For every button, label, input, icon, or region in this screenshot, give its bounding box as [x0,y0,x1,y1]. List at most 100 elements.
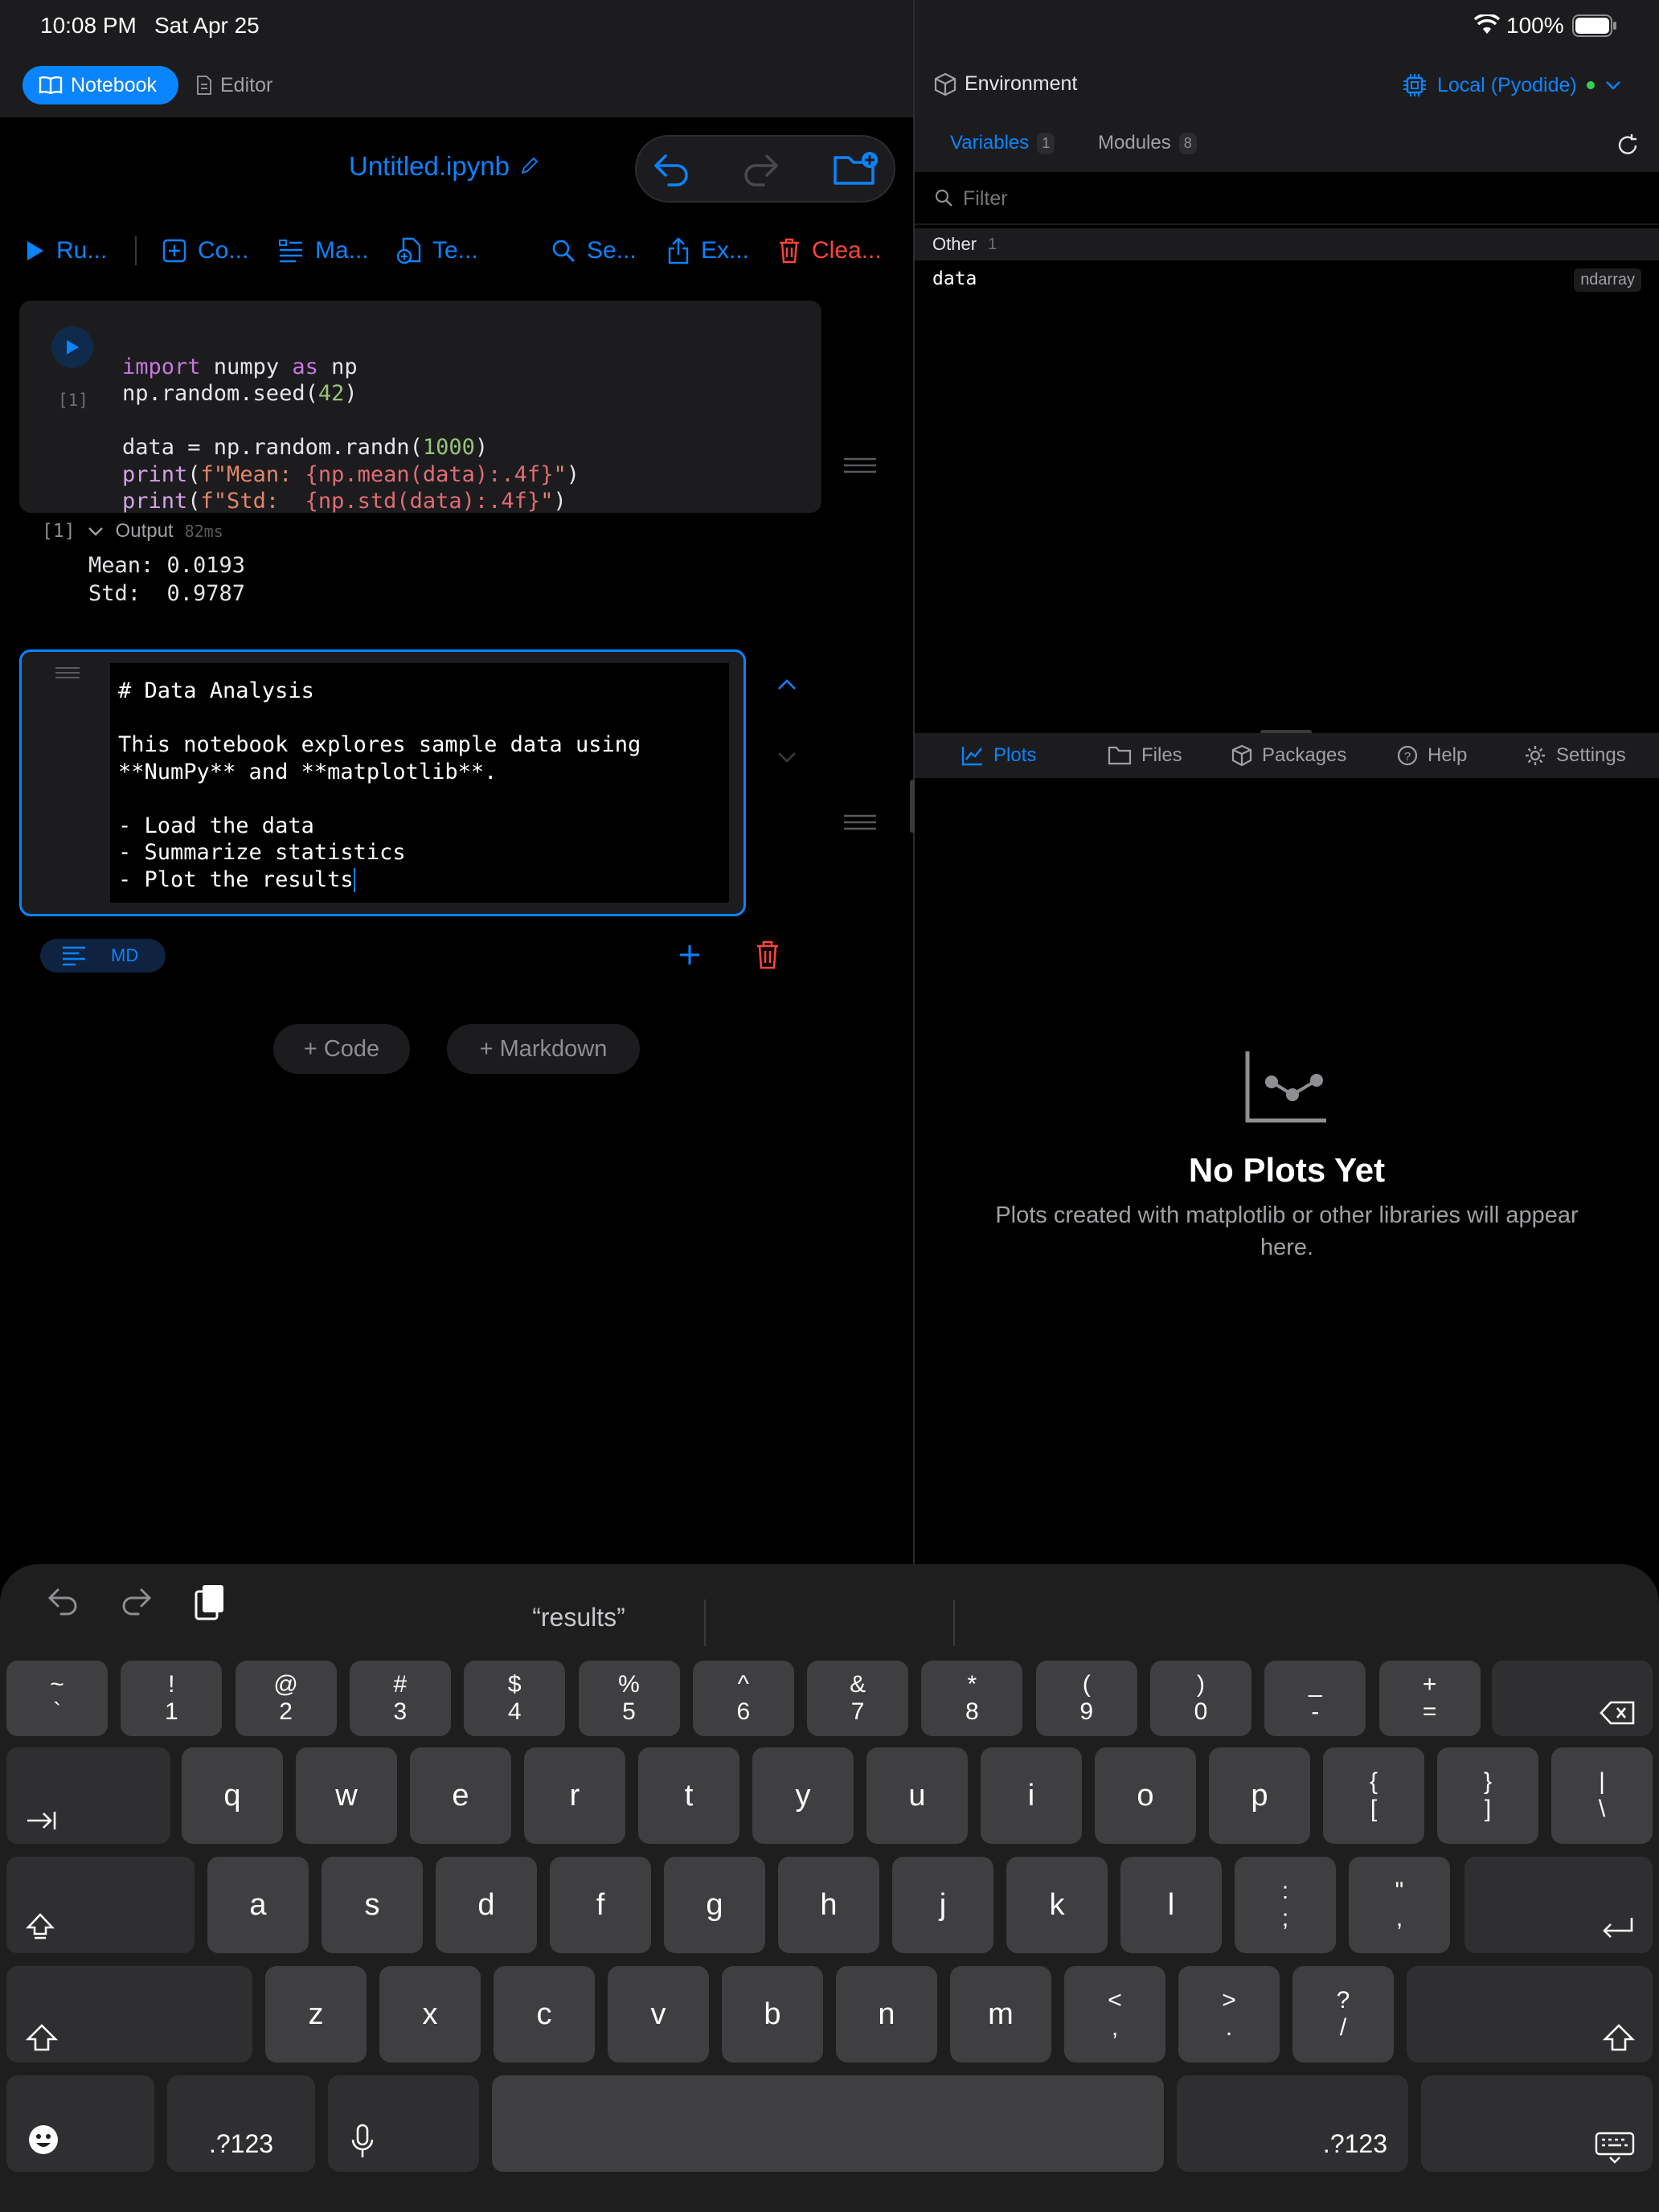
run-button[interactable]: Ru... [26,235,107,267]
key-f[interactable]: f [550,1857,651,1953]
key-=[interactable]: + = [1378,1661,1481,1736]
hide-keyboard-key[interactable] [1421,2075,1653,2172]
code-cell[interactable]: [1] import numpy as np np.random.seed(42… [19,301,821,515]
tab-help[interactable]: ? Help [1397,738,1467,773]
key-i[interactable]: i [981,1747,1082,1844]
key-a[interactable]: a [207,1857,309,1953]
key-9[interactable]: (9 [1035,1661,1137,1736]
markdown-cell[interactable]: # Data Analysis This notebook explores s… [19,649,746,916]
key-h[interactable]: h [778,1857,879,1953]
key-k[interactable]: k [1006,1857,1108,1953]
refresh-icon[interactable] [1616,133,1640,158]
split-grabber[interactable] [910,780,915,833]
key-g[interactable]: g [664,1857,765,1953]
key-][interactable]: }] [1437,1747,1538,1844]
key-l[interactable]: l [1120,1857,1222,1953]
add-code-cell-button[interactable]: + Code [273,1024,410,1074]
key-o[interactable]: o [1095,1747,1196,1844]
key-p[interactable]: p [1209,1747,1310,1844]
key-3[interactable]: #3 [349,1661,451,1736]
add-code-button[interactable]: Co... [162,235,248,267]
code-editor[interactable]: import numpy as np np.random.seed(42) da… [122,326,580,515]
tab-variables[interactable]: Variables 1 [950,132,1055,154]
key--[interactable]: _ - [1264,1661,1366,1736]
output-header[interactable]: [1] Output 82ms [42,519,223,543]
key-v[interactable]: v [608,1966,709,2062]
paste-icon[interactable] [193,1583,225,1622]
folder-add-icon[interactable] [833,151,881,188]
numbers-key-right[interactable]: .?123 [1177,2075,1408,2172]
key-8[interactable]: * 8 [921,1661,1023,1736]
key-/[interactable]: ? / [1292,1966,1394,2062]
export-button[interactable]: Ex... [667,235,749,267]
key-w[interactable]: w [296,1747,397,1844]
key-t[interactable]: t [638,1747,739,1844]
tab-plots[interactable]: Plots [961,738,1036,773]
plus-icon[interactable] [677,942,703,968]
key-4[interactable]: $4 [464,1661,566,1736]
drag-handle-icon[interactable] [842,813,878,831]
add-markdown-button[interactable]: Ma... [278,235,369,267]
key-c[interactable]: c [494,1966,595,2062]
template-button[interactable]: Te... [397,235,478,267]
key-;[interactable]: :; [1235,1857,1336,1953]
key-1[interactable]: ! 1 [121,1661,223,1736]
key-e[interactable]: e [410,1747,511,1844]
filter-input[interactable] [963,183,1606,214]
markdown-editor[interactable]: # Data Analysis This notebook explores s… [110,663,729,903]
undo-icon[interactable] [47,1587,79,1616]
redo-icon[interactable] [121,1587,153,1616]
key-7[interactable]: & 7 [807,1661,909,1736]
key-n[interactable]: n [836,1966,937,2062]
key-y[interactable]: y [752,1747,854,1844]
filter-bar[interactable] [915,172,1659,225]
key-d[interactable]: d [436,1857,537,1953]
key-u[interactable]: u [866,1747,968,1844]
key-z[interactable]: z [265,1966,367,2062]
tab-packages[interactable]: Packages [1231,738,1346,773]
variable-row[interactable]: data ndarray [915,262,1659,299]
key-s[interactable]: s [322,1857,423,1953]
key-x[interactable]: x [379,1966,481,2062]
caps-lock-key[interactable] [6,1857,195,1953]
key-,[interactable]: ", [1349,1857,1450,1953]
undo-icon[interactable] [653,153,691,186]
run-cell-button[interactable] [51,326,93,368]
emoji-key[interactable] [6,2075,154,2172]
key-m[interactable]: m [950,1966,1051,2062]
shift-left-key[interactable] [6,1966,252,2062]
autocorrect-suggestion[interactable]: “results” [466,1603,691,1632]
key-b[interactable]: b [722,1966,823,2062]
runtime-selector[interactable]: Local (Pyodide) [1402,68,1622,103]
key-0[interactable]: ) 0 [1150,1661,1251,1736]
backspace-key[interactable] [1492,1661,1653,1736]
add-markdown-cell-button[interactable]: + Markdown [447,1024,640,1074]
tab-modules[interactable]: Modules 8 [1098,132,1197,154]
search-button[interactable]: Se... [551,235,637,267]
chevron-down-icon[interactable] [776,751,797,764]
key-[[interactable]: {[ [1323,1747,1424,1844]
drag-handle-icon[interactable] [842,457,878,474]
notebook-title[interactable]: Untitled.ipynb [349,151,539,182]
variable-group-header[interactable]: Other 1 [915,228,1659,260]
shift-right-key[interactable] [1407,1966,1653,2062]
space-key[interactable] [492,2075,1164,2172]
key-.[interactable]: >. [1178,1966,1280,2062]
redo-icon[interactable] [741,153,780,186]
tab-files[interactable]: Files [1108,738,1182,773]
chevron-up-icon[interactable] [776,678,797,691]
tab-key[interactable] [6,1747,170,1844]
key-5[interactable]: % 5 [578,1661,680,1736]
key-6[interactable]: ^ 6 [692,1661,794,1736]
return-key[interactable] [1464,1857,1653,1953]
key-\[interactable]: | \ [1551,1747,1653,1844]
editor-mode-button[interactable]: Editor [196,66,272,104]
key-2[interactable]: @2 [235,1661,337,1736]
key-,[interactable]: <, [1064,1966,1165,2062]
key-q[interactable]: q [182,1747,283,1844]
notebook-mode-button[interactable]: Notebook [23,66,178,104]
tab-settings[interactable]: Settings [1524,738,1626,773]
key-`[interactable]: ~ ` [6,1661,108,1736]
clear-button[interactable]: Clea... [778,235,882,267]
cell-type-toggle[interactable]: MD [40,939,166,973]
